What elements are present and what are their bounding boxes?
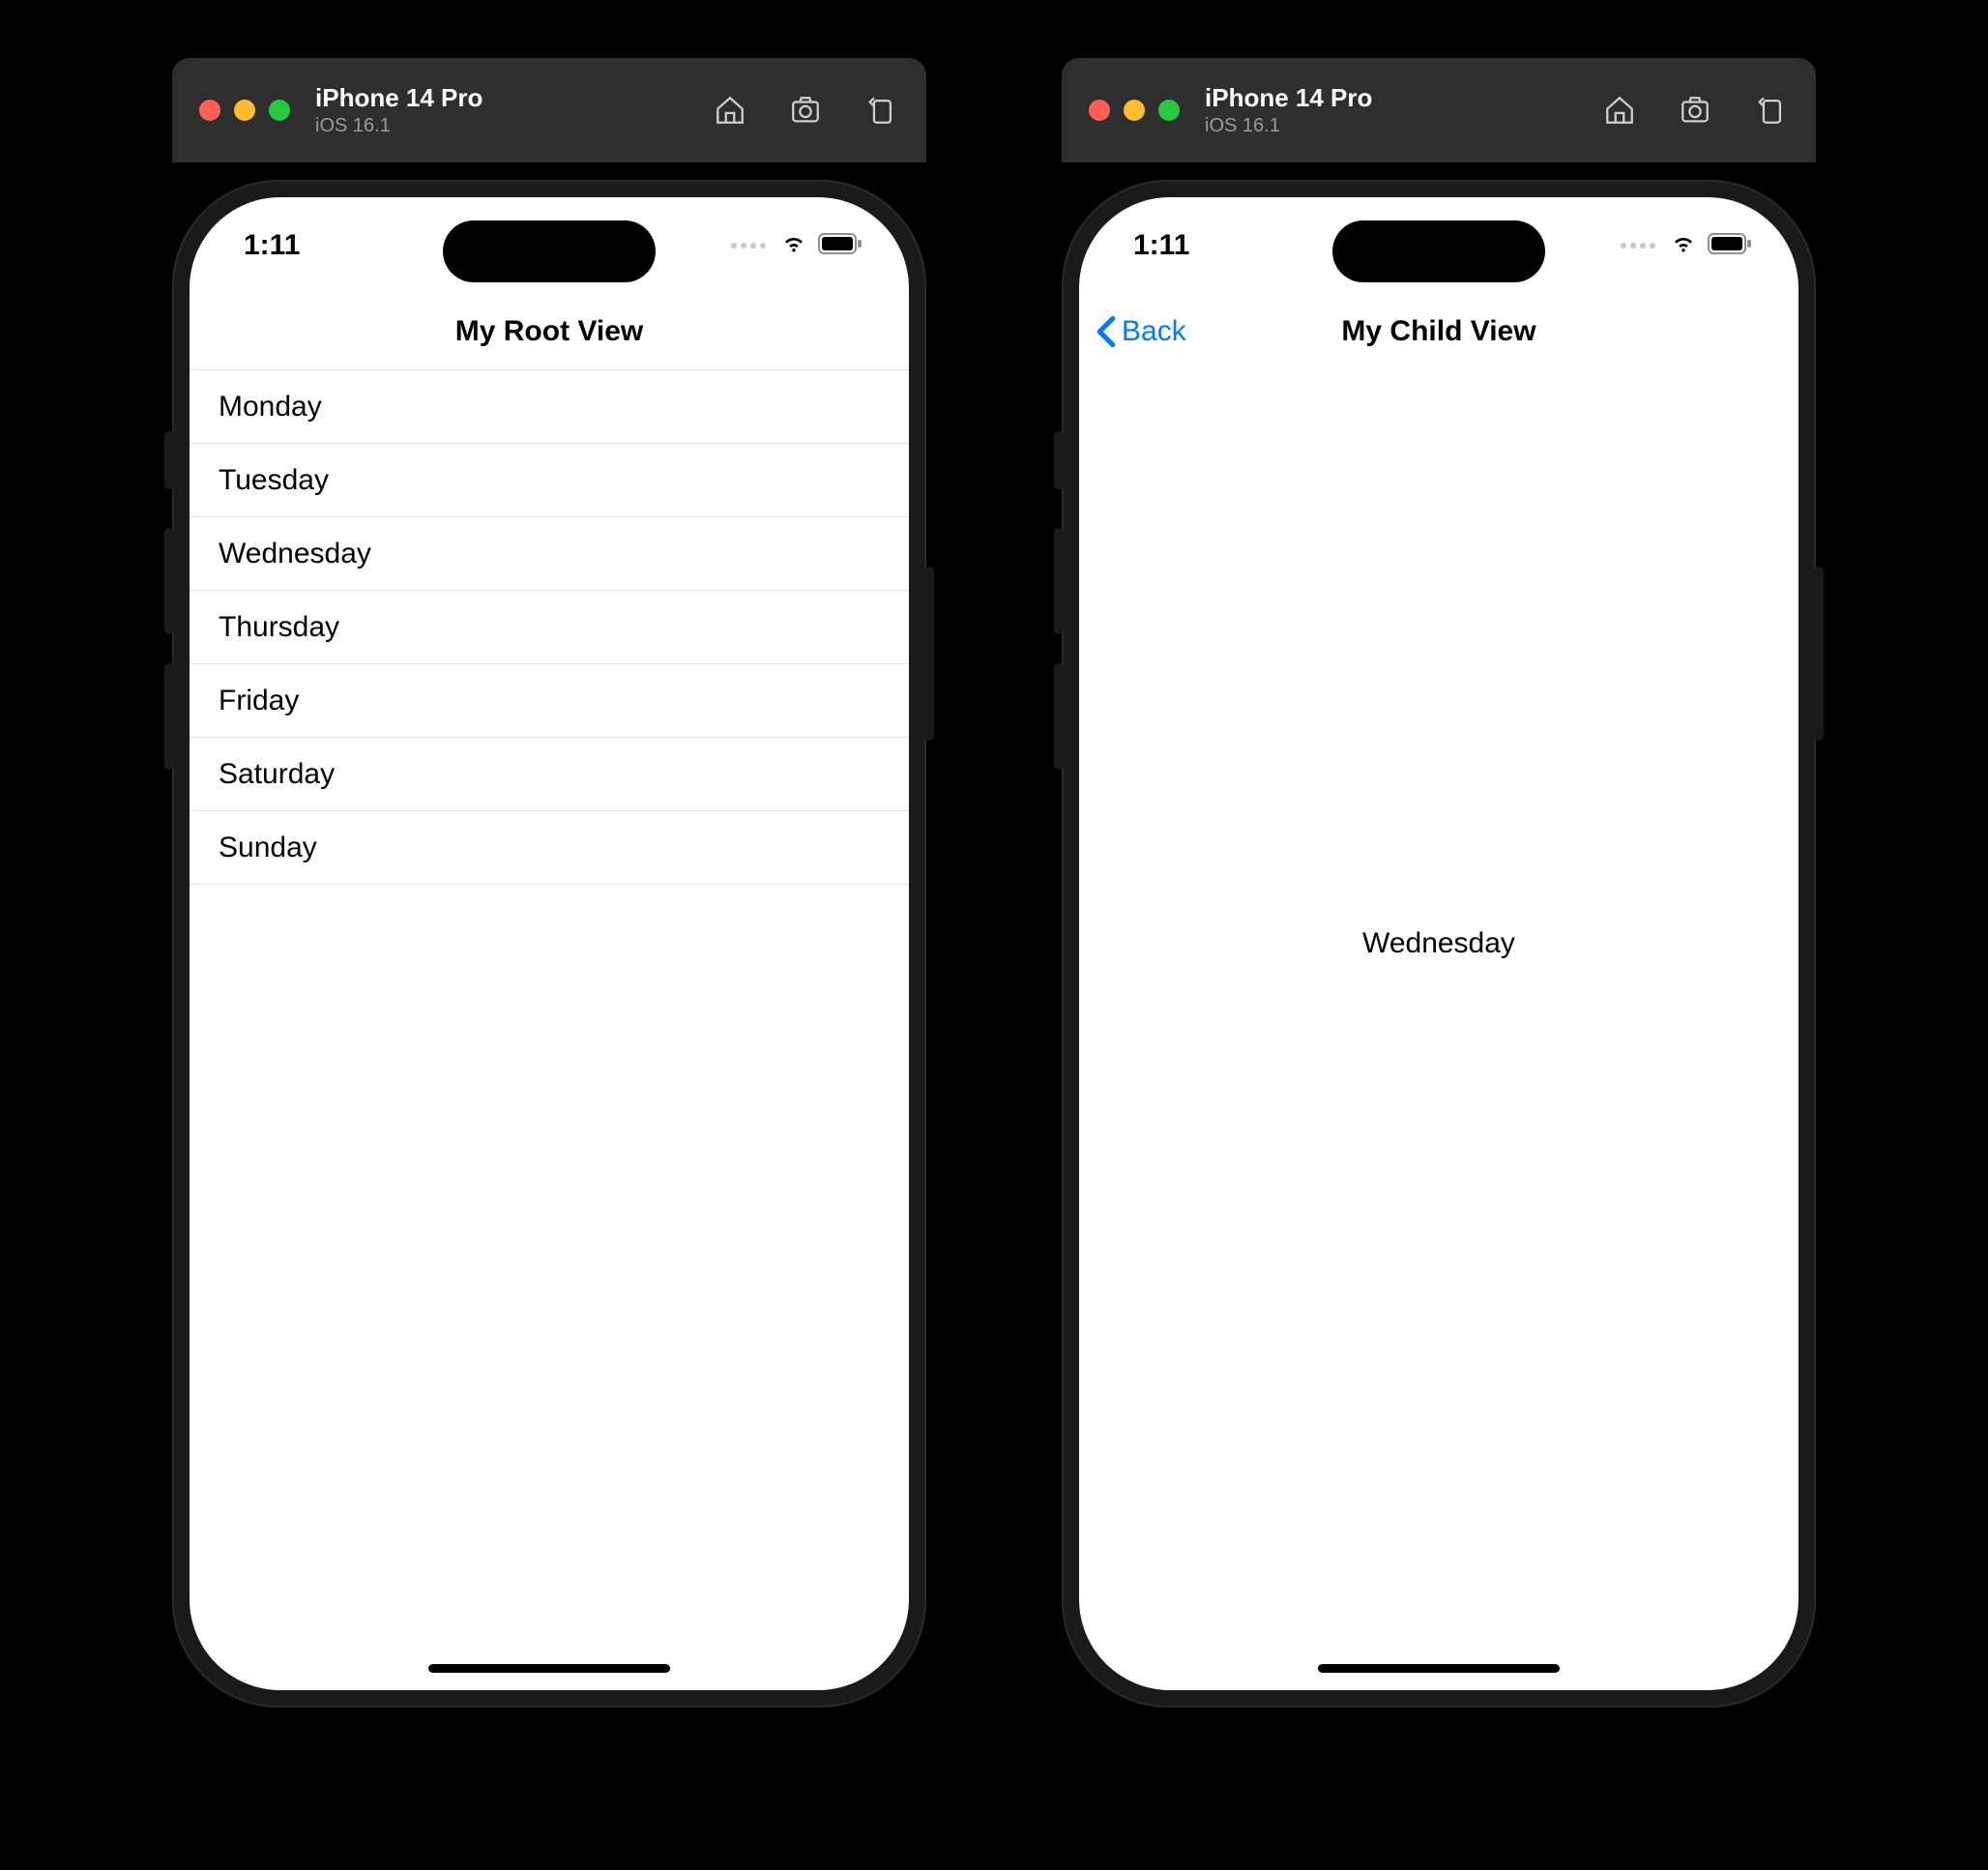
volume-down-button <box>164 663 174 770</box>
home-icon[interactable] <box>1601 92 1638 129</box>
dynamic-island <box>443 220 656 282</box>
screenshot-icon[interactable] <box>787 92 824 129</box>
wifi-icon <box>779 229 808 262</box>
list-item-label: Saturday <box>219 758 335 791</box>
device-frame: 1:11 My Root View Mond <box>172 180 926 1708</box>
window-controls <box>1089 100 1180 121</box>
device-screen: 1:11 My Root View Mond <box>190 197 909 1690</box>
simulator-left: iPhone 14 Pro iOS 16.1 1:11 <box>172 58 926 1708</box>
child-content: Wednesday <box>1079 197 1798 1690</box>
screenshot-icon[interactable] <box>1677 92 1713 129</box>
simulator-toolbar: iPhone 14 Pro iOS 16.1 <box>172 58 926 162</box>
simulator-device-name: iPhone 14 Pro <box>1205 83 1372 113</box>
simulator-os-version: iOS 16.1 <box>315 115 482 137</box>
device-screen: 1:11 Back <box>1079 197 1798 1690</box>
navigation-bar: My Root View <box>190 294 909 369</box>
dynamic-island <box>1332 220 1545 282</box>
minimize-window-button[interactable] <box>234 100 255 121</box>
volume-up-button <box>1054 528 1064 634</box>
list-item[interactable]: Saturday <box>190 738 909 811</box>
status-time: 1:11 <box>244 229 360 262</box>
list-item[interactable]: Friday <box>190 664 909 738</box>
child-text: Wednesday <box>1362 927 1515 960</box>
list-item-label: Sunday <box>219 832 317 864</box>
list-item[interactable]: Wednesday <box>190 517 909 591</box>
minimize-window-button[interactable] <box>1124 100 1145 121</box>
simulator-toolbar: iPhone 14 Pro iOS 16.1 <box>1062 58 1816 162</box>
list-item[interactable]: Monday <box>190 370 909 444</box>
simulator-actions <box>712 92 899 129</box>
list-item-label: Tuesday <box>219 464 329 497</box>
zoom-window-button[interactable] <box>269 100 290 121</box>
battery-icon <box>818 229 862 262</box>
zoom-window-button[interactable] <box>1158 100 1180 121</box>
list-item[interactable]: Sunday <box>190 811 909 885</box>
status-icons <box>731 229 862 262</box>
simulator-device-name: iPhone 14 Pro <box>315 83 482 113</box>
simulator-title-block: iPhone 14 Pro iOS 16.1 <box>315 83 482 137</box>
simulator-actions <box>1601 92 1789 129</box>
power-button <box>924 567 934 741</box>
close-window-button[interactable] <box>1089 100 1110 121</box>
list-item[interactable]: Thursday <box>190 591 909 664</box>
list-item-label: Friday <box>219 685 299 717</box>
list-item-label: Monday <box>219 391 322 424</box>
power-button <box>1814 567 1824 741</box>
home-indicator[interactable] <box>1318 1664 1560 1673</box>
mute-switch <box>1054 431 1064 489</box>
home-icon[interactable] <box>712 92 748 129</box>
mute-switch <box>164 431 174 489</box>
rotate-icon[interactable] <box>1752 92 1789 129</box>
simulator-os-version: iOS 16.1 <box>1205 115 1372 137</box>
nav-title: My Root View <box>455 315 643 348</box>
close-window-button[interactable] <box>199 100 220 121</box>
volume-up-button <box>164 528 174 634</box>
volume-down-button <box>1054 663 1064 770</box>
simulator-title-block: iPhone 14 Pro iOS 16.1 <box>1205 83 1372 137</box>
simulator-right: iPhone 14 Pro iOS 16.1 1:11 <box>1062 58 1816 1708</box>
window-controls <box>199 100 290 121</box>
days-list: Monday Tuesday Wednesday Thursday Friday… <box>190 369 909 885</box>
device-frame: 1:11 Back <box>1062 180 1816 1708</box>
list-item-label: Wednesday <box>219 538 371 570</box>
cellular-icon <box>731 243 766 248</box>
rotate-icon[interactable] <box>862 92 899 129</box>
list-item-label: Thursday <box>219 611 339 644</box>
list-item[interactable]: Tuesday <box>190 444 909 517</box>
home-indicator[interactable] <box>428 1664 670 1673</box>
